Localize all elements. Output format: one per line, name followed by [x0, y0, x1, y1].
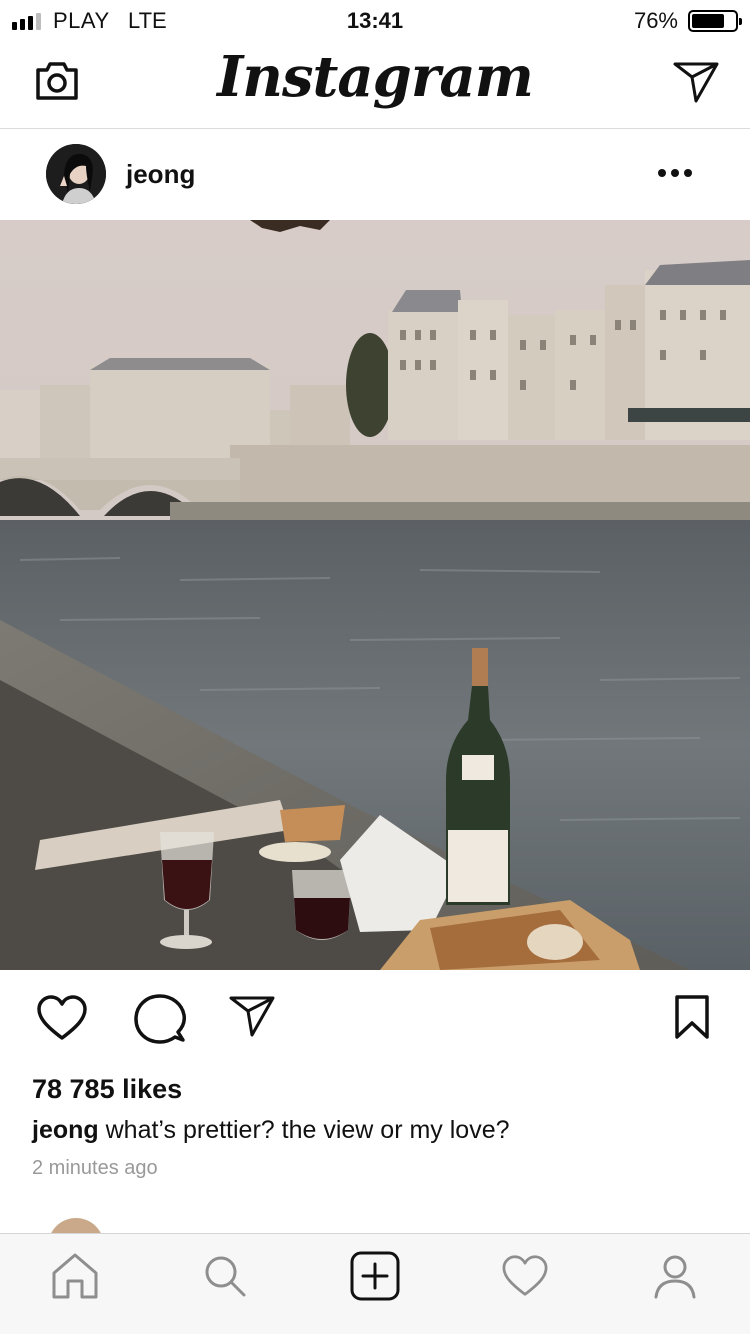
avatar-image	[46, 144, 106, 204]
profile-icon	[654, 1255, 696, 1299]
add-icon	[350, 1251, 400, 1301]
search-icon	[205, 1256, 246, 1297]
paper-plane-icon	[673, 62, 719, 103]
comment-icon	[134, 994, 186, 1044]
status-bar: PLAY LTE 13:41 76%	[0, 0, 750, 40]
direct-messages-button[interactable]	[672, 60, 720, 104]
paper-plane-icon	[229, 996, 275, 1037]
tab-profile[interactable]	[647, 1248, 703, 1304]
avatar[interactable]	[46, 144, 106, 204]
caption-username[interactable]: jeong	[32, 1116, 99, 1144]
tab-search[interactable]	[197, 1248, 253, 1304]
tab-home[interactable]	[47, 1248, 103, 1304]
tab-bar	[0, 1233, 750, 1334]
post-actions	[0, 970, 750, 1070]
more-options-button[interactable]	[658, 169, 692, 177]
instagram-logo: Instagram	[217, 44, 534, 110]
comment-button[interactable]	[134, 994, 186, 1049]
post-image	[0, 220, 750, 970]
battery-icon	[688, 10, 742, 32]
post-timestamp: 2 minutes ago	[32, 1157, 158, 1179]
tab-activity[interactable]	[497, 1248, 553, 1304]
more-dots-icon	[658, 169, 666, 177]
share-button[interactable]	[228, 994, 276, 1043]
battery-percent: 76%	[633, 8, 678, 33]
caption-text: what’s prettier? the view or my love?	[98, 1116, 510, 1144]
like-count[interactable]: 78 785 likes	[32, 1074, 182, 1105]
post-photo[interactable]	[0, 220, 750, 970]
tab-new-post[interactable]	[347, 1248, 403, 1304]
top-navigation-bar: Instagram	[0, 40, 750, 129]
bookmark-icon	[675, 995, 709, 1039]
post-header: jeong	[0, 129, 750, 220]
heart-icon	[37, 995, 87, 1040]
home-icon	[52, 1253, 98, 1299]
post-caption: jeong what’s prettier? the view or my lo…	[32, 1116, 510, 1145]
save-button[interactable]	[674, 994, 710, 1045]
like-button[interactable]	[36, 994, 88, 1047]
heart-icon	[502, 1255, 548, 1296]
post-username[interactable]: jeong	[126, 159, 195, 190]
